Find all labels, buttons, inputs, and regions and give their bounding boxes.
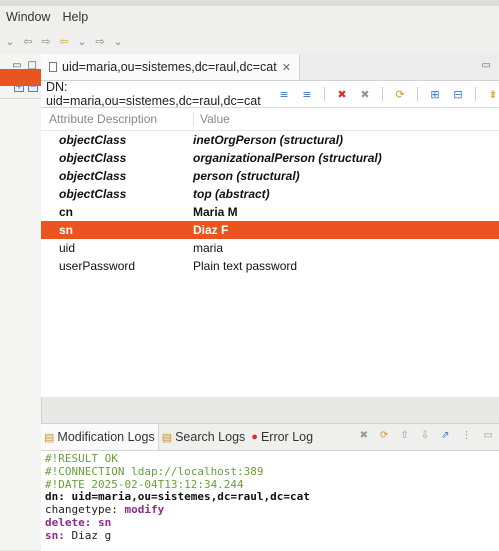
log-line: #!CONNECTION ldap://localhost:389 bbox=[45, 464, 264, 478]
attribute-value: person (structural) bbox=[193, 169, 300, 183]
attribute-name: sn bbox=[59, 223, 74, 237]
modification-log-text: #!RESULT OK #!CONNECTION ldap://localhos… bbox=[41, 451, 499, 545]
table-row[interactable]: objectClass inetOrgPerson (structural) bbox=[41, 131, 499, 149]
table-row[interactable]: objectClass top (abstract) bbox=[41, 185, 499, 203]
minimize-icon[interactable]: ▭ bbox=[484, 430, 493, 441]
log-key: dn: bbox=[45, 490, 65, 504]
filter-icon[interactable]: ⇟ bbox=[487, 88, 499, 101]
log-line: #!RESULT OK bbox=[45, 452, 118, 465]
attribute-name: objectClass bbox=[59, 133, 127, 147]
attribute-name: objectClass bbox=[59, 151, 127, 165]
logs-panel: ▤ Modification Logs ▤ Search Logs ● Erro… bbox=[41, 423, 499, 551]
table-row[interactable]: userPassword Plain text password bbox=[41, 257, 499, 275]
table-row[interactable]: uid maria bbox=[41, 239, 499, 257]
attribute-value: Plain text password bbox=[193, 259, 298, 273]
chevron-down-icon[interactable]: ⌄ bbox=[2, 35, 18, 48]
toolbar-separator bbox=[382, 87, 383, 101]
back-menu-icon[interactable]: ⌄ bbox=[74, 35, 90, 48]
attribute-value: Maria M bbox=[193, 205, 238, 219]
menubar: Window Help bbox=[0, 6, 499, 28]
prev-annotation-icon[interactable]: ⇦ bbox=[20, 35, 36, 48]
entry-editor: uid=maria,ou=sistemes,dc=raul,dc=cat ✕ ▭… bbox=[41, 54, 499, 397]
table-row[interactable]: objectClass person (structural) bbox=[41, 167, 499, 185]
tab-label: Modification Logs bbox=[57, 430, 155, 444]
dn-label: DN: uid=maria,ou=sistemes,dc=raul,dc=cat bbox=[46, 80, 261, 108]
main-toolbar: ⌄ ⇦ ⇨ ⇦ ⌄ ⇨ ⌄ bbox=[0, 28, 499, 54]
attribute-name: uid bbox=[59, 241, 76, 255]
ldap-browser-panel: ▭ □ + − bbox=[0, 54, 42, 550]
refresh-icon[interactable]: ⟳ bbox=[380, 430, 388, 441]
tab-search-logs[interactable]: ▤ Search Logs bbox=[159, 424, 249, 450]
attribute-value: inetOrgPerson (structural) bbox=[193, 133, 344, 147]
new-attribute-icon[interactable]: ≡ bbox=[301, 88, 313, 101]
expand-all-icon[interactable]: ⊞ bbox=[429, 88, 441, 101]
close-icon[interactable]: ✕ bbox=[282, 61, 291, 74]
log-icon: ▤ bbox=[44, 431, 55, 444]
log-value: Diaz g bbox=[71, 528, 112, 542]
logs-tabbar: ▤ Modification Logs ▤ Search Logs ● Erro… bbox=[41, 424, 499, 451]
toolbar-separator bbox=[475, 87, 476, 101]
new-value-icon[interactable]: ≡ bbox=[278, 88, 290, 101]
toolbar-separator bbox=[417, 87, 418, 101]
log-line: #!DATE 2025-02-04T13:12:34.244 bbox=[45, 477, 244, 491]
tab-modification-logs[interactable]: ▤ Modification Logs bbox=[41, 424, 159, 450]
log-icon: ▤ bbox=[161, 431, 173, 444]
tab-label: Search Logs bbox=[175, 430, 246, 444]
table-row[interactable]: cn Maria M bbox=[41, 203, 499, 221]
dn-bar: DN: uid=maria,ou=sistemes,dc=raul,dc=cat… bbox=[41, 80, 499, 108]
attribute-name: objectClass bbox=[59, 187, 127, 201]
table-row[interactable]: objectClass organizationalPerson (struct… bbox=[41, 149, 499, 167]
entry-icon bbox=[49, 62, 57, 72]
attribute-name: objectClass bbox=[59, 169, 127, 183]
attribute-value: organizationalPerson (structural) bbox=[193, 151, 382, 165]
forward-icon[interactable]: ⇨ bbox=[92, 35, 108, 48]
error-icon: ● bbox=[251, 431, 258, 443]
table-row-selected[interactable]: sn Diaz F bbox=[41, 221, 499, 239]
selected-tree-node[interactable] bbox=[0, 69, 41, 86]
minimize-icon[interactable]: ▭ bbox=[482, 60, 491, 71]
older-icon[interactable]: ⇧ bbox=[400, 430, 408, 441]
log-key: changetype: bbox=[45, 503, 118, 517]
log-key: delete: bbox=[45, 515, 92, 529]
column-header-value[interactable]: Value bbox=[194, 112, 230, 126]
log-value: sn bbox=[97, 515, 112, 529]
view-menu-icon[interactable]: ⋮ bbox=[462, 430, 472, 441]
refresh-icon[interactable]: ⟳ bbox=[394, 88, 406, 101]
attribute-value: top (abstract) bbox=[193, 187, 270, 201]
tab-error-log[interactable]: ● Error Log bbox=[248, 424, 316, 450]
forward-menu-icon[interactable]: ⌄ bbox=[110, 35, 126, 48]
attribute-name: userPassword bbox=[59, 259, 136, 273]
log-key: sn: bbox=[45, 528, 65, 542]
attribute-value: maria bbox=[193, 241, 224, 255]
entry-tab-title: uid=maria,ou=sistemes,dc=raul,dc=cat bbox=[62, 60, 277, 74]
toolbar-separator bbox=[324, 87, 325, 101]
log-value: uid=maria,ou=sistemes,dc=raul,dc=cat bbox=[71, 490, 310, 504]
back-icon[interactable]: ⇦ bbox=[56, 35, 72, 48]
next-annotation-icon[interactable]: ⇨ bbox=[38, 35, 54, 48]
column-header-attribute[interactable]: Attribute Description bbox=[41, 112, 194, 126]
attribute-table-header: Attribute Description Value bbox=[41, 108, 499, 131]
log-value: modify bbox=[124, 503, 165, 517]
tab-label: Error Log bbox=[260, 430, 314, 444]
export-icon[interactable]: ⇗ bbox=[441, 430, 449, 441]
attribute-table: objectClass inetOrgPerson (structural) o… bbox=[41, 131, 499, 275]
editor-tabbar: uid=maria,ou=sistemes,dc=raul,dc=cat ✕ ▭ bbox=[41, 54, 499, 81]
entry-tab[interactable]: uid=maria,ou=sistemes,dc=raul,dc=cat ✕ bbox=[41, 54, 300, 80]
menu-help[interactable]: Help bbox=[56, 10, 94, 24]
clear-icon[interactable]: ✖ bbox=[360, 430, 368, 441]
collapse-all-icon[interactable]: ⊟ bbox=[452, 88, 464, 101]
delete-all-icon[interactable]: ✖ bbox=[359, 88, 371, 101]
delete-icon[interactable]: ✖ bbox=[336, 88, 348, 101]
attribute-name: cn bbox=[59, 205, 74, 219]
attribute-value: Diaz F bbox=[193, 223, 229, 237]
menu-window[interactable]: Window bbox=[0, 10, 56, 24]
newer-icon[interactable]: ⇩ bbox=[421, 430, 429, 441]
